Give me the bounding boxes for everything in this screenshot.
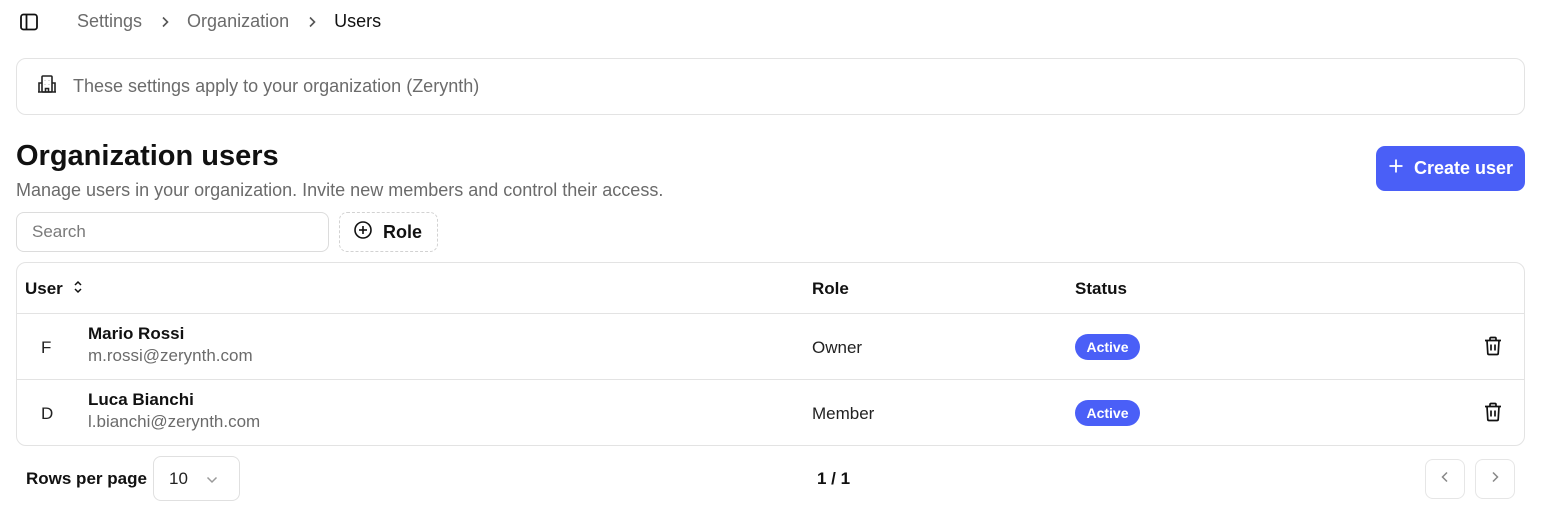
table-header-row: User Role Status [17,263,1524,314]
breadcrumb-settings[interactable]: Settings [77,11,142,32]
user-name: Mario Rossi [88,324,185,343]
table-row: D Luca Bianchi l.bianchi@zerynth.com Mem… [17,380,1524,445]
user-email: m.rossi@zerynth.com [88,346,253,365]
previous-page-button[interactable] [1425,459,1465,499]
breadcrumb-organization[interactable]: Organization [187,11,289,32]
sidebar-toggle-icon[interactable] [18,11,40,33]
create-user-button[interactable]: Create user [1376,146,1525,191]
user-name: Luca Bianchi [88,390,194,409]
avatar: D [41,404,54,423]
role-filter-label: Role [383,221,423,242]
users-table: User Role Status F Mario Rossi m.rossi@z… [16,262,1525,446]
create-user-label: Create user [1413,158,1514,178]
trash-icon[interactable] [1482,335,1504,357]
user-email: l.bianchi@zerynth.com [88,412,261,431]
building-icon [37,74,57,99]
column-header-user-label: User [25,279,63,298]
breadcrumb-users: Users [334,11,382,31]
page-description: Manage users in your organization. Invit… [16,180,664,200]
plus-icon [1388,158,1404,179]
page-title: Organization users [16,140,279,172]
plus-circle-icon [353,220,373,245]
rows-per-page-select[interactable]: 10 [153,456,240,501]
role-filter-button[interactable]: Role [339,212,438,252]
search-input[interactable] [16,212,329,252]
user-role: Owner [812,338,863,357]
chevron-right-icon [142,16,187,28]
chevron-right-icon [289,16,334,28]
column-header-status: Status [1075,279,1127,298]
sort-icon [73,279,83,299]
top-bar: Settings Organization Users [0,0,1543,44]
table-row: F Mario Rossi m.rossi@zerynth.com Owner … [17,314,1524,380]
column-header-user[interactable]: User [25,279,83,299]
status-badge: Active [1075,400,1140,426]
chevron-left-icon [1441,470,1449,488]
organization-banner-text: These settings apply to your organizatio… [73,76,480,96]
rows-per-page-label: Rows per page [26,469,147,488]
column-header-role: Role [812,279,849,298]
user-role: Member [812,404,875,423]
rows-per-page-value: 10 [169,468,188,488]
chevron-right-icon [1491,470,1499,488]
organization-banner: These settings apply to your organizatio… [16,58,1525,115]
status-badge: Active [1075,334,1140,360]
next-page-button[interactable] [1475,459,1515,499]
breadcrumb: Settings Organization Users [77,11,381,32]
chevron-down-icon [206,469,218,489]
page-indicator: 1 / 1 [817,469,851,488]
avatar: F [41,338,52,357]
trash-icon[interactable] [1482,401,1504,423]
